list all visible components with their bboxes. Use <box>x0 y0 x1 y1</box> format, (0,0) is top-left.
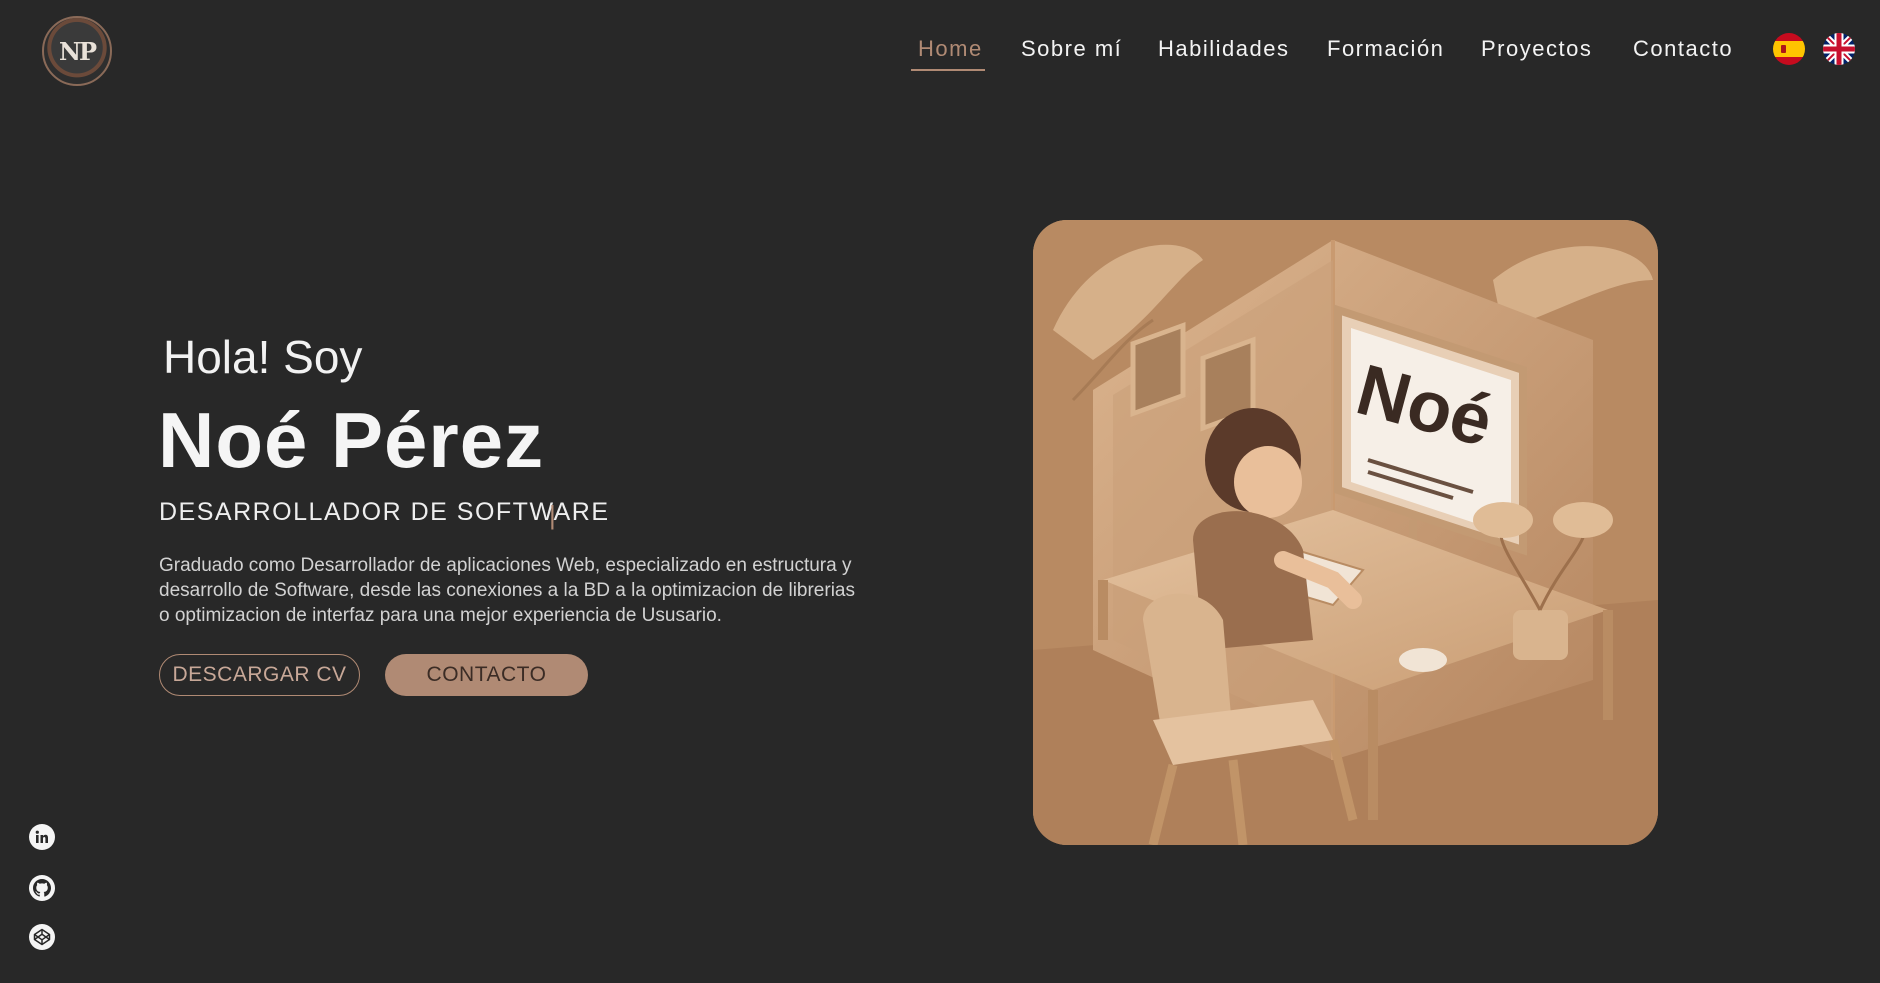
main-nav: Home Sobre mí Habilidades Formación Proy… <box>0 30 1880 80</box>
spain-flag-icon[interactable] <box>1773 33 1805 65</box>
hero-description: Graduado como Desarrollador de aplicacio… <box>159 555 855 626</box>
nav-contacto[interactable]: Contacto <box>1633 36 1733 62</box>
github-icon[interactable] <box>29 875 55 901</box>
download-cv-button[interactable]: DESCARGAR CV <box>159 654 360 696</box>
nav-active-underline <box>911 69 985 71</box>
nav-proyectos[interactable]: Proyectos <box>1481 36 1592 62</box>
nav-formacion[interactable]: Formación <box>1327 36 1444 62</box>
nav-home[interactable]: Home <box>918 36 983 62</box>
uk-flag-icon[interactable] <box>1823 33 1855 65</box>
linkedin-icon[interactable] <box>29 824 55 850</box>
hero-role: DESARROLLADOR DE SOFTWARE <box>159 498 610 526</box>
nav-sobre-mi[interactable]: Sobre mí <box>1021 36 1122 62</box>
hero-greeting: Hola! Soy <box>163 331 363 383</box>
contact-button[interactable]: CONTACTO <box>385 654 588 696</box>
typing-caret: | <box>549 500 556 530</box>
nav-habilidades[interactable]: Habilidades <box>1158 36 1289 62</box>
hero-name: Noé Pérez <box>158 396 545 484</box>
hero-illustration: Noé <box>1033 220 1658 845</box>
codepen-icon[interactable] <box>29 924 55 950</box>
